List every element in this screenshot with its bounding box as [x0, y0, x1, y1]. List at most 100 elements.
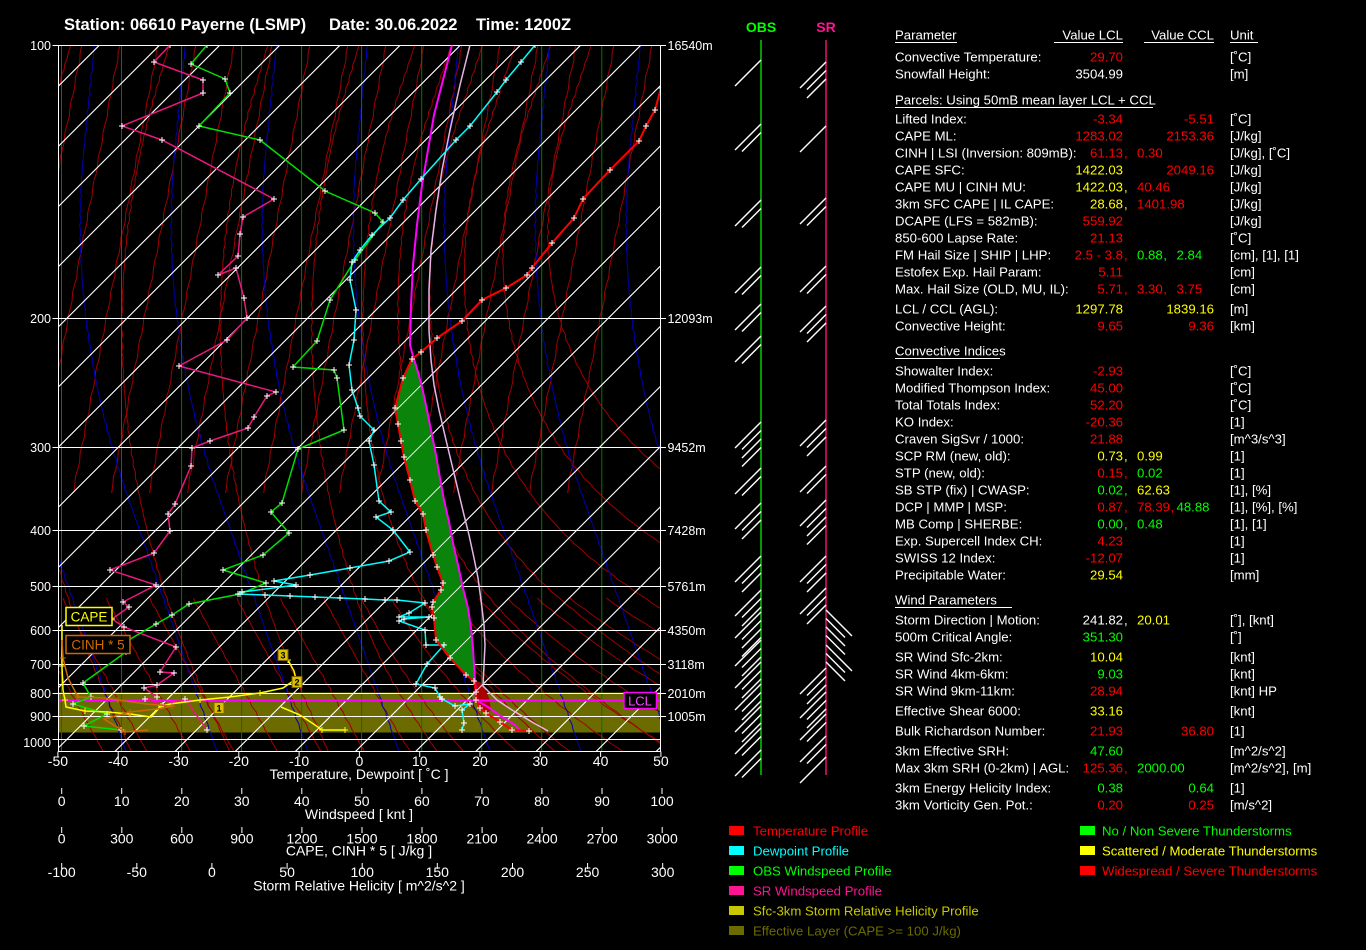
svg-text:[m^3/s^3]: [m^3/s^3]	[1230, 432, 1286, 447]
svg-text:3504.99: 3504.99	[1075, 67, 1123, 82]
svg-text:SR Windspeed Profile: SR Windspeed Profile	[753, 884, 882, 899]
svg-text:100: 100	[30, 39, 51, 53]
svg-text:3km Energy Helicity Index:: 3km Energy Helicity Index:	[895, 781, 1051, 796]
svg-text:500: 500	[30, 580, 51, 594]
svg-text:,: ,	[1124, 483, 1128, 498]
svg-text:[˚], [knt]: [˚], [knt]	[1230, 613, 1274, 628]
svg-text:,: ,	[1124, 197, 1128, 212]
svg-text:0.38: 0.38	[1097, 781, 1123, 796]
svg-text:3.75: 3.75	[1177, 282, 1203, 297]
svg-text:[˚C]: [˚C]	[1230, 364, 1251, 379]
svg-text:700: 700	[30, 658, 51, 672]
svg-text:900: 900	[230, 831, 254, 847]
svg-text:Value LCL: Value LCL	[1062, 28, 1123, 43]
svg-text:Effective Layer (CAPE >= 100 J: Effective Layer (CAPE >= 100 J/kg)	[753, 924, 961, 939]
svg-text:Bulk Richardson Number:: Bulk Richardson Number:	[895, 724, 1045, 739]
svg-text:CAPE SFC:: CAPE SFC:	[895, 163, 965, 178]
svg-text:1005m: 1005m	[668, 710, 706, 724]
svg-text:-50: -50	[48, 753, 68, 769]
svg-text:SB STP (fix) | CWASP:: SB STP (fix) | CWASP:	[895, 483, 1030, 498]
svg-text:3000: 3000	[647, 831, 678, 847]
svg-text:SWISS 12 Index:: SWISS 12 Index:	[895, 551, 995, 566]
svg-text:7428m: 7428m	[668, 524, 706, 538]
svg-text:400: 400	[30, 524, 51, 538]
svg-text:20: 20	[174, 793, 190, 809]
svg-text:[m/s^2]: [m/s^2]	[1230, 798, 1272, 813]
svg-text:[1]: [1]	[1230, 724, 1245, 739]
svg-text:[1], [%]: [1], [%]	[1230, 483, 1271, 498]
svg-text:5761m: 5761m	[668, 580, 706, 594]
svg-text:Showalter Index:: Showalter Index:	[895, 364, 993, 379]
svg-text:Temperature, Dewpoint [ ˚C ]: Temperature, Dewpoint [ ˚C ]	[270, 766, 449, 782]
svg-text:DCAPE (LFS = 582mB):: DCAPE (LFS = 582mB):	[895, 214, 1038, 229]
svg-text:SR Wind 4km-6km:: SR Wind 4km-6km:	[895, 667, 1009, 682]
svg-text:[1]: [1]	[1230, 551, 1245, 566]
svg-text:-2.93: -2.93	[1093, 364, 1123, 379]
svg-text:300: 300	[110, 831, 134, 847]
svg-text:[˚]: [˚]	[1230, 630, 1242, 645]
svg-text:,: ,	[1124, 146, 1128, 161]
svg-text:Temperature Profile: Temperature Profile	[753, 824, 868, 839]
svg-text:1422.03: 1422.03	[1075, 180, 1123, 195]
svg-text:CAPE ML:: CAPE ML:	[895, 129, 957, 144]
svg-text:Parameter: Parameter	[895, 28, 957, 43]
svg-text:0.48: 0.48	[1137, 517, 1163, 532]
svg-text:1839.16: 1839.16	[1166, 302, 1214, 317]
svg-text:[mm]: [mm]	[1230, 568, 1259, 583]
svg-text:10.04: 10.04	[1090, 650, 1123, 665]
svg-text:1000: 1000	[23, 736, 51, 750]
svg-text:0.02: 0.02	[1137, 466, 1163, 481]
svg-text:2153.36: 2153.36	[1166, 129, 1214, 144]
svg-text:1401.98: 1401.98	[1137, 197, 1185, 212]
svg-text:900: 900	[30, 710, 51, 724]
svg-text:2.84: 2.84	[1177, 248, 1203, 263]
svg-text:,: ,	[1124, 466, 1128, 481]
svg-text:200: 200	[501, 864, 525, 880]
svg-text:500m Critical Angle:: 500m Critical Angle:	[895, 630, 1012, 645]
svg-text:[1]: [1]	[1230, 534, 1245, 549]
svg-text:Precipitable Water:: Precipitable Water:	[895, 568, 1006, 583]
svg-text:Unit: Unit	[1230, 28, 1254, 43]
svg-text:[J/kg]: [J/kg]	[1230, 180, 1262, 195]
svg-text:45.00: 45.00	[1090, 381, 1123, 396]
svg-text:9452m: 9452m	[668, 441, 706, 455]
svg-text:3km Effective SRH:: 3km Effective SRH:	[895, 744, 1009, 759]
svg-text:1: 1	[216, 704, 221, 714]
svg-text:[J/kg]: [J/kg]	[1230, 197, 1262, 212]
svg-text:Convective Indices: Convective Indices	[895, 344, 1006, 359]
svg-text:[cm]: [cm]	[1230, 282, 1255, 297]
svg-text:0: 0	[58, 831, 66, 847]
svg-text:-5.51: -5.51	[1184, 112, 1214, 127]
svg-text:,: ,	[1124, 449, 1128, 464]
svg-text:,: ,	[1124, 761, 1128, 776]
svg-text:40: 40	[593, 753, 609, 769]
svg-text:0.30: 0.30	[1137, 146, 1163, 161]
svg-text:0.64: 0.64	[1188, 781, 1214, 796]
svg-text:Sfc-3km Storm Relative Helicit: Sfc-3km Storm Relative Helicity Profile	[753, 904, 979, 919]
svg-text:10: 10	[114, 793, 130, 809]
svg-text:Value CCL: Value CCL	[1151, 28, 1214, 43]
svg-text:0.20: 0.20	[1097, 798, 1123, 813]
svg-text:-100: -100	[48, 864, 76, 880]
svg-text:Exp. Supercell Index CH:: Exp. Supercell Index CH:	[895, 534, 1042, 549]
svg-text:62.63: 62.63	[1137, 483, 1170, 498]
svg-text:2049.16: 2049.16	[1166, 163, 1214, 178]
svg-text:Dewpoint Profile: Dewpoint Profile	[753, 844, 849, 859]
svg-text:29.54: 29.54	[1090, 568, 1123, 583]
svg-text:[m]: [m]	[1230, 67, 1248, 82]
svg-text:47.60: 47.60	[1090, 744, 1123, 759]
svg-text:800: 800	[30, 687, 51, 701]
svg-text:,: ,	[1124, 517, 1128, 532]
svg-text:FM Hail Size | SHIP | LHP:: FM Hail Size | SHIP | LHP:	[895, 248, 1051, 263]
svg-text:52.20: 52.20	[1090, 398, 1123, 413]
svg-text:Craven SigSvr / 1000:: Craven SigSvr / 1000:	[895, 432, 1024, 447]
svg-text:351.30: 351.30	[1083, 630, 1123, 645]
svg-text:16540m: 16540m	[668, 39, 713, 53]
svg-text:Storm Relative Helicity [ m^2: Storm Relative Helicity [ m^2/s^2 ]	[253, 878, 465, 894]
svg-text:3118m: 3118m	[668, 658, 705, 672]
svg-text:33.16: 33.16	[1090, 704, 1123, 719]
svg-text:0.73: 0.73	[1097, 449, 1123, 464]
svg-text:Widespread / Severe Thundersto: Widespread / Severe Thunderstorms	[1102, 864, 1318, 879]
svg-text:[km]: [km]	[1230, 319, 1255, 334]
svg-text:Max 3km SRH (0-2km) | AGL:: Max 3km SRH (0-2km) | AGL:	[895, 761, 1069, 776]
